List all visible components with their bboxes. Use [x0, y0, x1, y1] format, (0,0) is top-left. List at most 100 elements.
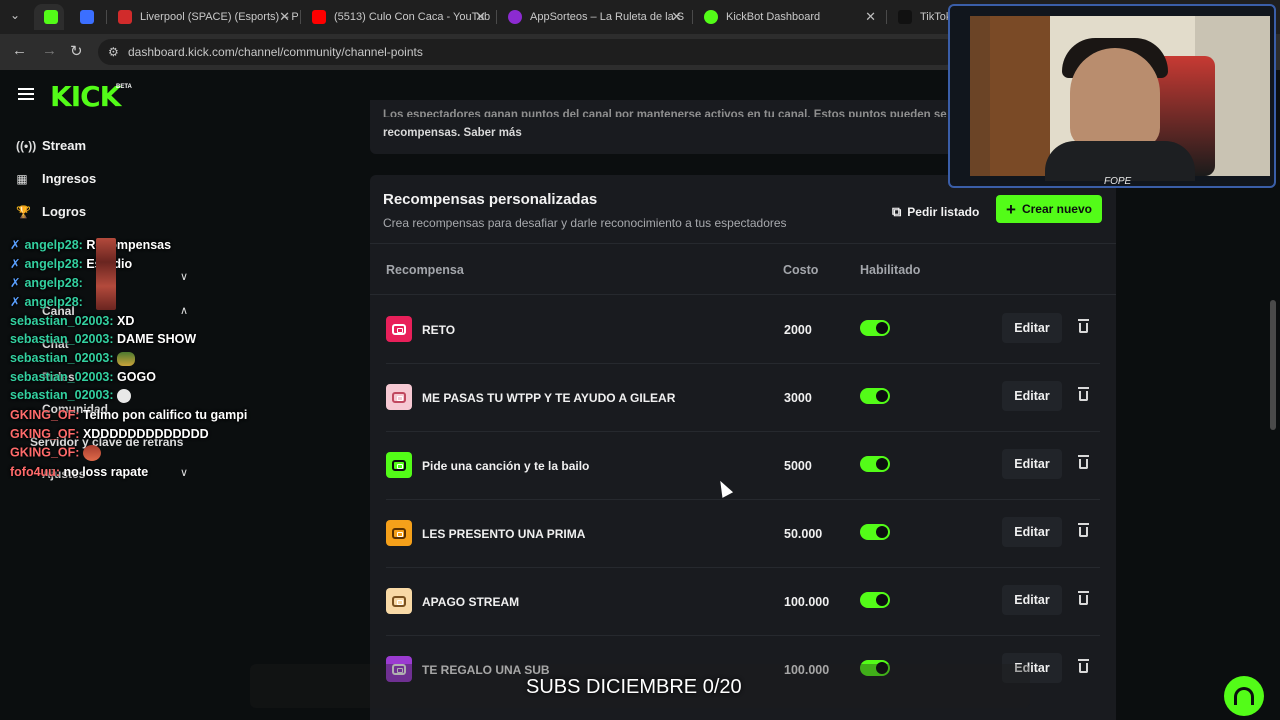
reward-cost: 5000	[784, 459, 812, 473]
reward-cost: 2000	[784, 323, 812, 337]
tab-appsorteos[interactable]: AppSorteos – La Ruleta de la S ✕	[498, 4, 690, 30]
tab-label: Liverpool (SPACE) (Esports) – Pe	[140, 11, 298, 23]
reward-icon	[386, 520, 412, 546]
menu-icon[interactable]	[18, 88, 34, 100]
emote-icon	[96, 238, 116, 310]
column-enabled: Habilitado	[860, 263, 921, 277]
plus-icon: +	[1006, 199, 1016, 219]
chat-username: GKING_OF:	[10, 445, 80, 460]
rewards-title: Recompensas personalizadas	[383, 191, 598, 208]
edit-button[interactable]: Editar	[1002, 449, 1062, 479]
chat-message: sebastian_02003: DAME SHOW	[10, 332, 196, 346]
chat-username: sebastian_02003:	[10, 314, 114, 328]
trash-icon	[1077, 387, 1089, 401]
tab-label: KickBot Dashboard	[726, 11, 821, 23]
info-text-cut: Los espectadores ganan puntos del canal …	[383, 109, 947, 117]
tab-kickbot[interactable]: KickBot Dashboard ✕	[694, 4, 884, 30]
delete-button[interactable]	[1068, 517, 1098, 547]
chat-message: fofo4uu: no loss rapate	[10, 465, 148, 479]
enabled-toggle[interactable]	[860, 388, 890, 404]
enabled-toggle[interactable]	[860, 592, 890, 608]
webcam-label: FOPE	[1104, 176, 1132, 187]
reward-name: LES PRESENTO UNA PRIMA	[422, 527, 586, 541]
enabled-toggle[interactable]	[860, 456, 890, 472]
sidebar-item-logros[interactable]: 🏆 Logros	[16, 204, 86, 219]
chat-text: Telmo pon califico tu gampi	[82, 408, 248, 422]
emote-icon	[82, 445, 101, 461]
chevron-up-icon[interactable]: ∧	[180, 304, 188, 317]
edit-button[interactable]: Editar	[1002, 517, 1062, 547]
trash-icon	[1077, 455, 1089, 469]
chat-message: sebastian_02003:	[10, 351, 136, 366]
youtube-favicon-icon	[312, 10, 326, 24]
external-link-icon: ⧉	[892, 204, 902, 219]
tiktok-favicon-icon	[898, 10, 912, 24]
chat-message: GKING_OF:	[10, 445, 101, 461]
help-button[interactable]	[1224, 676, 1264, 716]
reward-name: APAGO STREAM	[422, 595, 520, 609]
rewards-subtitle: Crea recompensas para desafiar y darle r…	[383, 216, 787, 230]
chat-username: fofo4uu:	[10, 465, 60, 479]
rewards-table-header: Recompensa Costo Habilitado	[370, 243, 1116, 295]
table-row: Pide una canción y te la bailo 5000 Edit…	[386, 432, 1100, 500]
headset-icon	[1234, 687, 1254, 705]
enabled-toggle[interactable]	[860, 320, 890, 336]
edit-button[interactable]: Editar	[1002, 585, 1062, 615]
close-tab-icon[interactable]: ✕	[279, 9, 290, 25]
tab-kick[interactable]	[34, 4, 64, 30]
tab-search-icon[interactable]: ⌄	[10, 8, 20, 22]
tab-youtube[interactable]: (5513) Culo Con Caca - YouTub ✕	[302, 4, 494, 30]
delete-button[interactable]	[1068, 653, 1098, 683]
table-row: APAGO STREAM 100.000 Editar	[386, 568, 1100, 636]
url-field[interactable]: ⚙ dashboard.kick.com/channel/community/c…	[98, 39, 958, 65]
tab-app[interactable]	[70, 4, 104, 30]
reload-icon[interactable]: ↻	[70, 42, 83, 60]
tab-liverpool[interactable]: Liverpool (SPACE) (Esports) – Pe ✕	[108, 4, 298, 30]
sidebar-item-label: Ingresos	[42, 171, 97, 186]
reward-cost: 50.000	[784, 527, 823, 541]
sidebar-item-ingresos[interactable]: ▦ Ingresos	[16, 171, 96, 186]
sidebar-item-label: Logros	[42, 204, 87, 219]
edit-button[interactable]: Editar	[1002, 313, 1062, 343]
kick-logo[interactable]: KICK	[50, 80, 121, 113]
delete-button[interactable]	[1068, 381, 1098, 411]
sidebar-item-stream[interactable]: ((•)) Stream	[16, 138, 86, 153]
chat-username: angelp28:	[24, 276, 83, 290]
chat-text: no loss rapate	[63, 465, 149, 479]
site-info-icon[interactable]: ⚙	[108, 45, 119, 59]
beta-badge: BETA	[116, 84, 132, 90]
chat-username: angelp28:	[24, 295, 83, 309]
reward-name: RETO	[422, 323, 456, 337]
close-tab-icon[interactable]: ✕	[475, 9, 486, 25]
create-new-button[interactable]: + Crear nuevo	[996, 195, 1102, 223]
delete-button[interactable]	[1068, 585, 1098, 615]
chat-message: sebastian_02003: XD	[10, 314, 134, 328]
close-tab-icon[interactable]: ✕	[671, 9, 682, 25]
chat-username: sebastian_02003:	[10, 388, 114, 402]
chart-icon: ▦	[16, 171, 28, 186]
reward-cost: 100.000	[784, 595, 830, 609]
reward-icon	[386, 588, 412, 614]
url-text: dashboard.kick.com/channel/community/cha…	[128, 45, 423, 59]
chat-username: sebastian_02003:	[10, 332, 114, 346]
close-tab-icon[interactable]: ✕	[865, 9, 876, 25]
appsorteos-favicon-icon	[508, 10, 522, 24]
chat-username: sebastian_02003:	[10, 370, 114, 384]
delete-button[interactable]	[1068, 313, 1098, 343]
delete-button[interactable]	[1068, 449, 1098, 479]
forward-arrow-icon[interactable]: →	[42, 42, 57, 59]
chevron-down-icon[interactable]: ∨	[180, 466, 188, 479]
chevron-down-icon[interactable]: ∨	[180, 270, 188, 283]
subs-goal-text: SUBS DICIEMBRE 0/20	[526, 676, 742, 698]
edit-button[interactable]: Editar	[1002, 381, 1062, 411]
emote-icon	[117, 351, 136, 366]
chat-text: DAME SHOW	[117, 332, 197, 346]
column-reward: Recompensa	[386, 263, 464, 277]
kick-favicon-icon	[44, 10, 58, 24]
back-arrow-icon[interactable]: ←	[12, 42, 27, 59]
request-list-button[interactable]: ⧉ Pedir listado	[892, 199, 979, 225]
app-favicon-icon	[80, 10, 94, 24]
chat-username: angelp28:	[24, 257, 83, 271]
reward-icon	[386, 384, 412, 410]
enabled-toggle[interactable]	[860, 524, 890, 540]
